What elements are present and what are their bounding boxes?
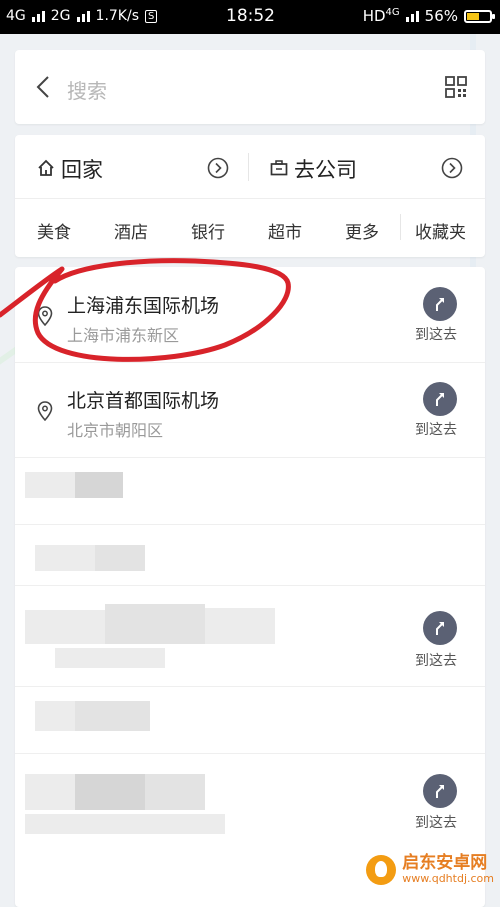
- search-bar[interactable]: 搜索: [15, 50, 485, 124]
- route-arrow-icon: [436, 785, 444, 798]
- list-item[interactable]: 北京首都国际机场 北京市朝阳区 到这去: [15, 363, 485, 458]
- list-item[interactable]: 上海浦东国际机场 上海市浦东新区 到这去: [15, 267, 485, 363]
- results-list: 上海浦东国际机场 上海市浦东新区 到这去 北京首都国际机场 北京市朝阳区 到这去: [15, 267, 485, 907]
- navigate-button[interactable]: [423, 774, 457, 808]
- location-pin-icon: [37, 306, 53, 326]
- route-arrow-icon: [436, 298, 444, 311]
- network-1-label: 4G: [6, 8, 26, 24]
- location-pin-icon: [37, 401, 53, 421]
- battery-percent: 56%: [424, 7, 458, 25]
- list-item-redacted[interactable]: [15, 687, 485, 754]
- watermark: 启东安卓网 www.qdhtdj.com: [366, 853, 494, 886]
- route-arrow-icon: [436, 622, 444, 635]
- navigate-button[interactable]: [423, 287, 457, 321]
- status-bar: 4G 2G 1.7K/s S 18:52 HD4G 56%: [0, 0, 500, 34]
- chevron-right-icon[interactable]: [207, 157, 229, 179]
- divider: [400, 214, 401, 240]
- navigate-label[interactable]: 到这去: [415, 650, 457, 670]
- clock: 18:52: [226, 6, 275, 26]
- signal-1-icon: [31, 10, 45, 22]
- category-hotel[interactable]: 酒店: [114, 218, 148, 243]
- qr-code-icon[interactable]: [445, 76, 467, 98]
- divider: [248, 153, 249, 181]
- watermark-logo-icon: [366, 855, 397, 885]
- result-address: 上海市浦东新区: [67, 326, 180, 345]
- network-speed: 1.7K/s: [95, 8, 139, 24]
- list-item-redacted[interactable]: [15, 525, 485, 586]
- result-address: 北京市朝阳区: [67, 421, 164, 440]
- category-favorites[interactable]: 收藏夹: [415, 218, 466, 243]
- navigate-button[interactable]: [423, 382, 457, 416]
- category-food[interactable]: 美食: [37, 218, 71, 243]
- chevron-right-icon[interactable]: [441, 157, 463, 179]
- signal-3-icon: [405, 10, 419, 22]
- list-item-redacted[interactable]: 到这去: [15, 586, 485, 687]
- watermark-title: 启东安卓网: [402, 853, 488, 874]
- navigate-label[interactable]: 到这去: [415, 419, 457, 439]
- category-supermarket[interactable]: 超市: [268, 218, 302, 243]
- go-home-button[interactable]: 回家: [61, 154, 103, 184]
- watermark-url: www.qdhtdj.com: [402, 872, 494, 886]
- route-arrow-icon: [436, 393, 444, 406]
- shortcut-panel: 回家 去公司 美食 酒店 银行 超市 更多 收藏夹: [15, 135, 485, 257]
- category-more[interactable]: 更多: [345, 218, 379, 243]
- back-arrow-icon[interactable]: [33, 74, 55, 100]
- result-title: 北京首都国际机场: [67, 390, 220, 412]
- result-title: 上海浦东国际机场: [67, 295, 220, 317]
- hd-label: HD4G: [362, 7, 400, 25]
- category-bank[interactable]: 银行: [191, 218, 225, 243]
- search-input[interactable]: 搜索: [67, 75, 107, 104]
- home-icon: [38, 159, 54, 176]
- s-badge: S: [145, 9, 158, 23]
- network-2-label: 2G: [50, 8, 71, 24]
- navigate-label[interactable]: 到这去: [415, 812, 457, 832]
- briefcase-icon: [270, 160, 288, 176]
- battery-icon: [464, 9, 495, 23]
- navigate-label[interactable]: 到这去: [415, 324, 457, 344]
- signal-2-icon: [76, 10, 90, 22]
- go-to-work-button[interactable]: 去公司: [294, 154, 357, 184]
- navigate-button[interactable]: [423, 611, 457, 645]
- category-row: 美食 酒店 银行 超市 更多 收藏夹: [15, 198, 485, 257]
- list-item-redacted[interactable]: [15, 458, 485, 525]
